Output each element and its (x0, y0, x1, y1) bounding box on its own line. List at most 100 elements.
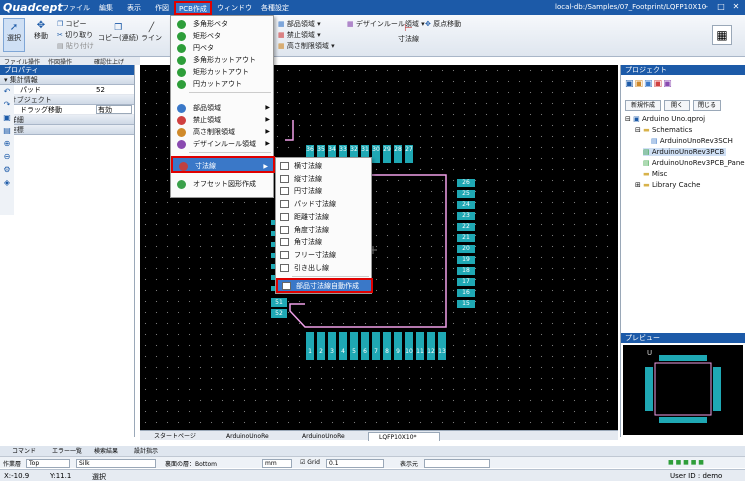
menu-edit[interactable]: 編集 (99, 3, 113, 13)
pcb-menu-item[interactable]: 矩形ベタ (171, 30, 275, 42)
menu-window[interactable]: ウィンドウ (217, 3, 252, 13)
pcb-menu-item[interactable]: 多角形ベタ (171, 18, 275, 30)
tree-misc[interactable]: ▬ Misc (643, 170, 667, 178)
line-button[interactable]: ╱ ライン (141, 23, 162, 43)
pad-bottom[interactable]: 10 (405, 332, 413, 360)
height-area-button[interactable]: ▦ 高さ制限領域 ▾ (278, 41, 335, 51)
pcb-menu-item[interactable]: 円カットアウト (171, 78, 275, 90)
pad-bottom[interactable]: 2 (317, 332, 325, 360)
object-section[interactable]: ▾ オブジェクト (0, 95, 134, 105)
tree-library-cache[interactable]: ⊞ ▬ Library Cache (635, 181, 700, 189)
menu-pcb-create[interactable]: PCB作成 (174, 1, 212, 15)
pad-bottom[interactable]: 1 (306, 332, 314, 360)
pcb-menu-item[interactable]: 部品領域 ▶ (171, 102, 275, 114)
side-tool-icon[interactable]: ↶ ↷ ▣ ▤ ⊕ ⊖ ⚙ ◈ (0, 85, 14, 189)
select-button[interactable]: ➚ 選択 (3, 18, 25, 52)
origin-move-button[interactable]: ✥ 原点移動 (425, 19, 461, 29)
dimension-menu-item[interactable]: 距離寸法線 (276, 211, 373, 223)
pad-bottom[interactable]: 13 (438, 332, 446, 360)
pad-52[interactable]: 52 (271, 309, 287, 318)
pad-right[interactable]: 15 (457, 300, 475, 308)
pad-bottom[interactable]: 6 (361, 332, 369, 360)
paste-button[interactable]: ▤ 貼り付け (57, 41, 94, 51)
aggregate-section[interactable]: ▾ 集計情報 (0, 75, 134, 85)
pcb-menu-item[interactable]: オフセット図形作成 (171, 178, 275, 190)
pad-top[interactable]: 30 (372, 145, 380, 163)
menu-view[interactable]: 表示 (127, 3, 141, 13)
display-select[interactable] (424, 459, 490, 468)
dimension-menu-item[interactable]: フリー寸法線 (276, 249, 373, 261)
dimension-menu-item[interactable]: 縦寸法線 (276, 173, 373, 185)
pad-bottom[interactable]: 9 (394, 332, 402, 360)
dimension-menu-item[interactable]: パッド寸法線 (276, 198, 373, 210)
pad-right[interactable]: 24 (457, 201, 475, 209)
detail-section[interactable]: ▸ 詳細 (0, 115, 134, 125)
tree-root[interactable]: ⊟ ▣ Arduino Uno.qproj (625, 115, 705, 123)
tree-sch-file[interactable]: ▤ ArduinoUnoRev3SCH (651, 137, 733, 145)
pad-bottom[interactable]: 3 (328, 332, 336, 360)
pcb-menu-item[interactable]: 円ベタ (171, 42, 275, 54)
new-project-button[interactable]: 新規作成 (625, 100, 661, 111)
copy-button[interactable]: ❐ コピー (57, 19, 87, 29)
tab-arduino-2[interactable]: ArduinoUnoRe (292, 432, 364, 441)
pad-51[interactable]: 51 (271, 298, 287, 307)
pad-right[interactable]: 16 (457, 289, 475, 297)
pad-right[interactable]: 26 (457, 179, 475, 187)
pad-right[interactable]: 21 (457, 234, 475, 242)
pad-right[interactable]: 23 (457, 212, 475, 220)
project-toolbar-icons[interactable]: ▣▣▣▣▣ (625, 79, 673, 89)
close-project-button[interactable]: 閉じる (693, 100, 721, 111)
pad-right[interactable]: 20 (457, 245, 475, 253)
tab-search[interactable]: 検索結果 (84, 447, 118, 456)
drag-select[interactable]: 有効 (96, 105, 132, 114)
dimension-menu-item[interactable]: 引き出し線 (276, 262, 373, 274)
dimension-menu-item[interactable]: 角寸法線 (276, 236, 373, 248)
tab-start-page[interactable]: スタートページ (144, 432, 212, 441)
pad-right[interactable]: 25 (457, 190, 475, 198)
grid-checkbox[interactable]: ☑ Grid (300, 459, 320, 466)
tab-lqfp[interactable]: LQFP10X10* (368, 432, 440, 441)
pcb-menu-item[interactable]: 多角形カットアウト (171, 54, 275, 66)
pad-right[interactable]: 17 (457, 278, 475, 286)
tab-command[interactable]: コマンド (2, 447, 36, 456)
pad-bottom[interactable]: 11 (416, 332, 424, 360)
tab-arduino-1[interactable]: ArduinoUnoRe (216, 432, 288, 441)
tab-errors[interactable]: エラー一覧 (42, 447, 82, 456)
comp-area-button[interactable]: ▦ 部品領域 ▾ (278, 19, 321, 29)
pad-bottom[interactable]: 4 (339, 332, 347, 360)
tree-pcb-file[interactable]: ▤ ArduinoUnoRev3PCB (643, 148, 727, 156)
pad-right[interactable]: 22 (457, 223, 475, 231)
pcb-menu-item[interactable]: デザインルール領域 ▶ (171, 138, 275, 150)
dimension-menu-item[interactable]: 横寸法線 (276, 160, 373, 172)
pad-bottom[interactable]: 5 (350, 332, 358, 360)
pad-right[interactable]: 19 (457, 256, 475, 264)
maximize-icon[interactable]: □ (715, 2, 727, 12)
pad-bottom[interactable]: 12 (427, 332, 435, 360)
grid-select[interactable]: 0.1 (326, 459, 384, 468)
pcb-menu-item[interactable]: 禁止領域 ▶ (171, 114, 275, 126)
dimension-menu-item[interactable]: 円寸法線 (276, 185, 373, 197)
menu-file[interactable]: ファイル (62, 3, 90, 13)
auto-dimension-item[interactable]: 部品寸法線自動作成 (276, 278, 373, 293)
menu-settings[interactable]: 各種設定 (261, 3, 289, 13)
grid-menu-icon[interactable]: ▦ (712, 25, 732, 45)
menu-draw[interactable]: 作図 (155, 3, 169, 13)
forbid-area-button[interactable]: ▦ 禁止領域 ▾ (278, 30, 321, 40)
cut-button[interactable]: ✂ 切り取り (57, 30, 93, 40)
move-button[interactable]: ✥ 移動 (30, 20, 52, 41)
pcb-menu-item[interactable]: 矩形カットアウト (171, 66, 275, 78)
pad-top[interactable]: 29 (383, 145, 391, 163)
unit-select[interactable]: mm (262, 459, 292, 468)
minimize-icon[interactable]: – (700, 2, 712, 12)
pad-bottom[interactable]: 8 (383, 332, 391, 360)
pcb-menu-item[interactable]: 高さ制限領域 ▶ (171, 126, 275, 138)
open-project-button[interactable]: 開く (664, 100, 690, 111)
dimension-button[interactable]: ⊢ 寸法線 (398, 23, 419, 44)
pad-top[interactable]: 28 (394, 145, 402, 163)
tab-design[interactable]: 設計指示 (124, 447, 158, 456)
pad-right[interactable]: 18 (457, 267, 475, 275)
pad-bottom[interactable]: 7 (372, 332, 380, 360)
tree-schematics[interactable]: ⊟ ▬ Schematics (635, 126, 692, 134)
copy-continuous-button[interactable]: ❐ コピー(連続) (98, 23, 138, 43)
pad-top[interactable]: 27 (405, 145, 413, 163)
